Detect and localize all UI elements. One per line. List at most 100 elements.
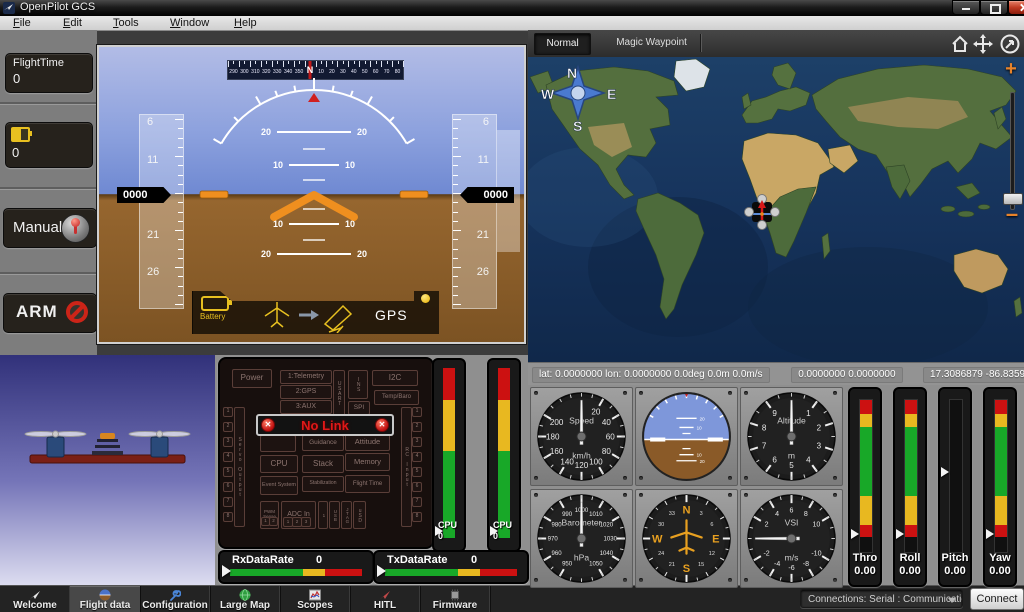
stick-segment [905,525,917,537]
screw [728,476,732,480]
svg-text:S: S [683,563,690,575]
taskbar-tab-large-map[interactable]: Large Map [210,586,281,612]
map-tab-magic-waypoint[interactable]: Magic Waypoint [599,33,704,53]
taskbar-tab-configuration[interactable]: Configuration [140,586,211,612]
map-home-icon[interactable] [949,33,971,55]
svg-text:E: E [712,534,719,546]
health-box-spi: SPI [348,401,370,415]
cpu-segment [443,400,455,451]
chart-icon [309,588,321,600]
servo-channel: 4 [223,452,233,462]
error-x-icon: ✕ [261,418,275,432]
flight-mode-button[interactable]: Manual [3,208,97,248]
svg-text:40: 40 [602,418,611,427]
servo-channel: 5 [223,467,233,477]
servo-channel: 8 [223,512,233,522]
svg-text:7: 7 [762,441,767,450]
flight-mode-label: Manual [13,219,62,236]
screw [744,493,748,497]
svg-text:W: W [652,534,663,546]
rate-bar-segment [385,569,458,576]
map-pan-icon[interactable] [972,33,994,55]
map-zoom-out-button[interactable]: – [1004,209,1020,223]
menu-edit[interactable]: Edit [54,16,91,30]
battery-icon [201,296,229,311]
stick-label: Yaw [985,552,1015,564]
taskbar-tab-label: Large Map [210,600,280,611]
screw [534,578,538,582]
stick-value: 0.00 [850,565,880,577]
map-zoom-in-button[interactable]: + [1002,60,1020,78]
svg-text:6: 6 [710,522,713,528]
data-rate-tx: TxDataRate0 [373,550,529,584]
rate-bar-segment [303,569,325,576]
svg-text:-4: -4 [774,561,780,568]
svg-text:160: 160 [550,447,564,456]
svg-text:E: E [607,86,616,102]
svg-text:33: 33 [669,511,675,517]
svg-text:m: m [788,451,795,461]
svg-text:1050: 1050 [589,562,603,568]
stick-track [949,399,963,553]
adc-channel: 3 [301,517,311,527]
barometer-gauge: 950960970980990100010101020103010401050B… [530,489,633,588]
speed-gauge: 20406080100120140160180200Speedkm/h [530,387,633,486]
data-rate-rx: RxDataRate0 [218,550,374,584]
map-status-segment: lat: 0.0000000 lon: 0.0000000 0.0deg 0.0… [532,367,770,383]
stick-value: 0.00 [940,565,970,577]
svg-text:km/h: km/h [572,451,591,461]
cpu-value: 0 [438,531,443,541]
screw [728,493,732,497]
menu-window[interactable]: Window [161,16,218,30]
taskbar-tab-flight-data[interactable]: Flight data [70,586,141,612]
stick-segment [905,496,917,525]
cpu-segment [443,368,455,400]
servo-channel: 7 [223,497,233,507]
svg-text:1020: 1020 [600,522,614,528]
taskbar-tab-label: Flight data [70,600,140,611]
cpu-gauge: CPU0 [487,358,521,552]
stick-pointer [941,467,949,477]
rate-label: RxDataRate [232,554,294,566]
taskbar-tab-firmware[interactable]: Firmware [420,586,491,612]
map-status-segment: 17.3086879 -86.8359375 [923,367,1024,383]
menu-help[interactable]: Help [225,16,266,30]
taskbar-tab-hitl[interactable]: HITL [350,586,421,612]
chevron-down-icon [948,598,956,603]
stick-track [904,399,918,553]
pwm-channel: 2 [269,517,278,526]
taskbar-tab-welcome[interactable]: Welcome [0,586,71,612]
rate-label: TxDataRate [387,554,448,566]
rate-pointer [377,565,386,577]
map-tab-normal[interactable]: Normal [534,33,591,55]
maximize-button[interactable] [980,0,1008,15]
svg-text:2: 2 [817,424,822,433]
svg-text:4: 4 [775,511,779,518]
map-orient-icon[interactable] [999,33,1021,55]
map-canvas[interactable]: N W E S [528,57,1024,362]
no-link-text: No Link [301,418,349,433]
menu-file[interactable]: File [4,16,40,30]
close-button[interactable] [1008,0,1024,15]
cpu-segment [498,368,510,400]
plane-icon [379,588,391,600]
menu-tools[interactable]: Tools [104,16,148,30]
screw [833,578,837,582]
taskbar-tab-scopes[interactable]: Scopes [280,586,351,612]
minimize-button[interactable] [952,0,980,15]
svg-text:100: 100 [589,457,603,466]
stick-segment [995,414,1007,428]
stick-segment [860,414,872,428]
health-box-rcinput: RC Input [401,407,412,527]
arm-button[interactable]: ARM [3,293,97,333]
screw [744,476,748,480]
health-box-ftime: Flight Time [345,475,390,493]
connections-dropdown[interactable]: Connections: Serial : Communications ... [800,589,963,608]
title-bar[interactable]: OpenPilot GCS [0,0,1024,16]
svg-text:10: 10 [273,160,283,170]
connect-button[interactable]: Connect [970,588,1024,610]
rc-channel: 8 [412,512,422,522]
model-3d-view[interactable] [0,355,215,585]
health-box-usart2: 2:GPS [280,385,332,399]
svg-text:10: 10 [697,425,703,430]
